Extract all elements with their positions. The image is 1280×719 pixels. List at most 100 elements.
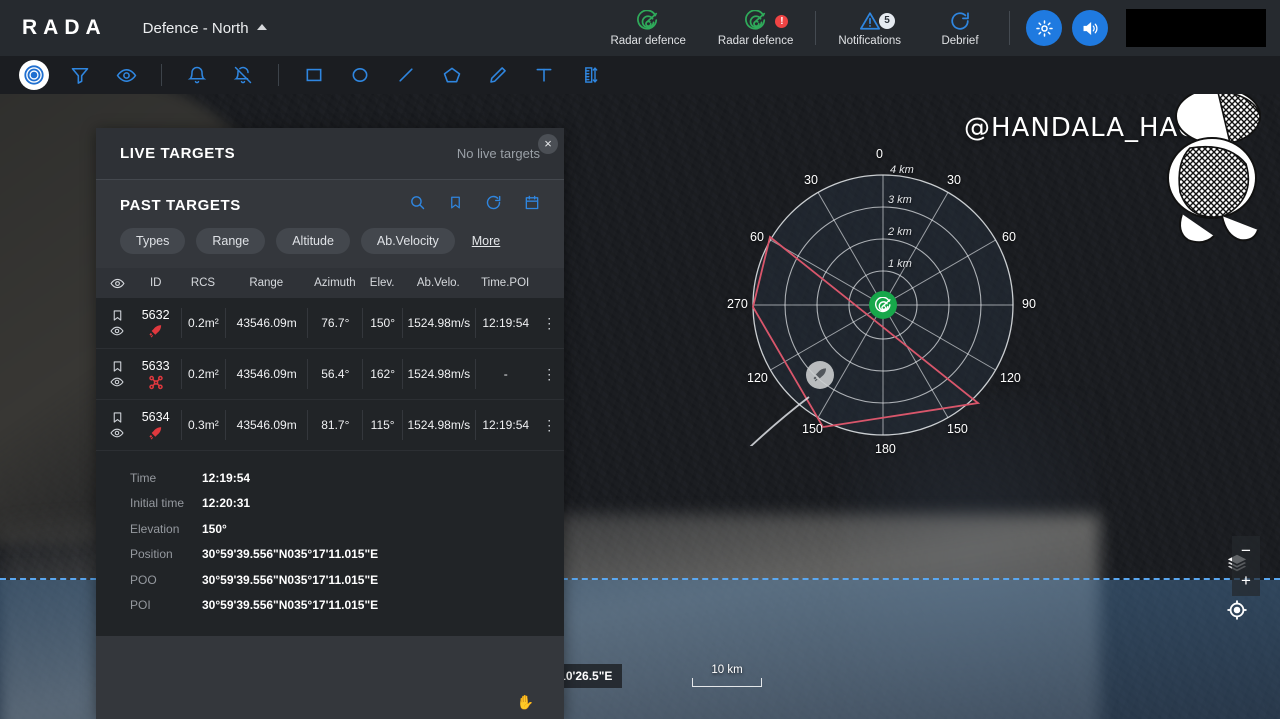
- radar-azimuth-240: 120: [747, 371, 768, 385]
- settings-button[interactable]: [1026, 10, 1062, 46]
- search-icon[interactable]: [409, 194, 426, 216]
- row-time-poi: -: [475, 359, 536, 389]
- speaker-icon: [1081, 19, 1100, 38]
- refresh-icon[interactable]: [485, 194, 502, 216]
- detail-row: POO 30°59'39.556"N 035°17'11.015"E: [130, 567, 540, 593]
- row-rcs: 0.2m²: [181, 359, 226, 389]
- calendar-icon[interactable]: [524, 194, 540, 216]
- live-targets-title: LIVE TARGETS: [120, 145, 235, 162]
- app-logo: RADA: [22, 16, 107, 40]
- header-item-label: Radar defence: [610, 35, 685, 47]
- row-menu-button[interactable]: ⋮: [536, 417, 564, 434]
- detail-row: Position 30°59'39.556"N 035°17'11.015"E: [130, 542, 540, 568]
- table-row[interactable]: 5633 0.2m² 43546.09m 56.4° 162° 1524.98m…: [96, 349, 564, 400]
- header-item-label: Notifications: [838, 35, 901, 47]
- detail-key: POI: [130, 598, 202, 612]
- map-zoom-controls[interactable]: − +: [1232, 536, 1260, 596]
- tool-visibility[interactable]: [107, 56, 145, 94]
- rectangle-icon: [304, 65, 324, 85]
- radar-ring-3km: 3 km: [888, 194, 912, 206]
- row-toggles[interactable]: [104, 309, 131, 338]
- detail-value: 12:20:31: [202, 496, 250, 510]
- eye-icon: [110, 375, 124, 389]
- radar-azimuth-150: 150: [947, 422, 968, 436]
- detail-row: Initial time 12:20:31: [130, 491, 540, 517]
- header-visibility-icon[interactable]: [104, 276, 131, 291]
- tool-alerts-off[interactable]: [224, 56, 262, 94]
- radar-polar-plot[interactable]: 0 30 60 270 120 150 180 150 120 90 60 30…: [744, 150, 1024, 446]
- app-root: 0 30 60 270 120 150 180 150 120 90 60 30…: [0, 0, 1280, 719]
- row-menu-button[interactable]: ⋮: [536, 366, 564, 383]
- detail-value-lon: 035°17'11.015"E: [287, 598, 378, 612]
- tool-measure[interactable]: [571, 56, 609, 94]
- radar-azimuth-120: 120: [1000, 371, 1021, 385]
- chip-ab-velocity[interactable]: Ab.Velocity: [361, 228, 455, 254]
- row-velocity: 1524.98m/s: [402, 359, 475, 389]
- map-toolbar: [0, 56, 1280, 94]
- more-filters-link[interactable]: More: [472, 234, 500, 248]
- alert-badge: !: [774, 14, 789, 29]
- tool-alerts-on[interactable]: [178, 56, 216, 94]
- radar-center-marker[interactable]: [869, 291, 897, 319]
- header-item-radar-defence-2[interactable]: ! Radar defence: [702, 10, 809, 47]
- row-toggles[interactable]: [104, 360, 131, 389]
- table-row[interactable]: 5634 0.3m² 43546.09m 81.7° 115° 1524.98m…: [96, 400, 564, 451]
- sound-button[interactable]: [1072, 10, 1108, 46]
- target-icon: [23, 64, 45, 86]
- header-item-radar-defence-1[interactable]: Radar defence: [594, 10, 701, 47]
- bell-off-icon: [233, 65, 253, 85]
- row-range: 43546.09m: [225, 410, 307, 440]
- row-toggles[interactable]: [104, 411, 131, 440]
- map-locate-button[interactable]: [1226, 599, 1248, 626]
- row-menu-button[interactable]: ⋮: [536, 315, 564, 332]
- map-zoom-in-button[interactable]: +: [1232, 566, 1260, 596]
- bookmark-icon[interactable]: [448, 194, 463, 216]
- detail-row: Elevation 150°: [130, 516, 540, 542]
- close-icon[interactable]: ×: [538, 134, 558, 154]
- tool-text[interactable]: [525, 56, 563, 94]
- header-item-debrief[interactable]: Debrief: [917, 10, 1003, 47]
- radar-ring-2km: 2 km: [888, 226, 912, 238]
- eye-icon: [110, 324, 124, 338]
- detail-key: POO: [130, 573, 202, 587]
- row-time-poi: 12:19:54: [475, 308, 536, 338]
- detail-value: 12:19:54: [202, 471, 250, 485]
- radar-icon: [637, 10, 659, 32]
- map-scale-bar-graphic: [692, 678, 762, 687]
- live-targets-header: LIVE TARGETS No live targets ×: [96, 128, 564, 180]
- environment-selector[interactable]: Defence - North: [143, 20, 267, 37]
- filter-chips: Types Range Altitude Ab.Velocity More: [96, 216, 564, 268]
- row-range: 43546.09m: [225, 359, 307, 389]
- radar-azimuth-90: 90: [1022, 297, 1036, 311]
- rocket-icon: [148, 324, 163, 339]
- watermark-figure: [1160, 86, 1272, 261]
- chip-altitude[interactable]: Altitude: [276, 228, 350, 254]
- tool-rectangle[interactable]: [295, 56, 333, 94]
- targets-table-header: ID RCS Range Azimuth Elev. Ab.Velo. Time…: [96, 268, 564, 298]
- chip-types[interactable]: Types: [120, 228, 185, 254]
- chip-range[interactable]: Range: [196, 228, 265, 254]
- radar-azimuth-180: 180: [875, 442, 896, 456]
- tool-target[interactable]: [19, 60, 49, 90]
- tool-filter[interactable]: [61, 56, 99, 94]
- row-velocity: 1524.98m/s: [402, 410, 475, 440]
- detail-value-lon: 035°17'11.015"E: [287, 573, 378, 587]
- pentagon-icon: [442, 65, 462, 85]
- crosshair-icon: [1226, 599, 1248, 621]
- tool-line[interactable]: [387, 56, 425, 94]
- targets-panel: LIVE TARGETS No live targets × PAST TARG…: [96, 128, 564, 719]
- tool-circle[interactable]: [341, 56, 379, 94]
- tool-polygon[interactable]: [433, 56, 471, 94]
- row-id: 5633: [142, 359, 170, 373]
- notification-count-badge: 5: [879, 13, 895, 29]
- header-item-notifications[interactable]: 5 Notifications: [822, 10, 917, 47]
- radar-target-marker[interactable]: [806, 361, 834, 389]
- tool-draw[interactable]: [479, 56, 517, 94]
- target-details: Time 12:19:54 Initial time 12:20:31 Elev…: [96, 451, 564, 636]
- table-row[interactable]: 5632 0.2m² 43546.09m 76.7° 150° 1524.98m…: [96, 298, 564, 349]
- row-elevation: 115°: [362, 410, 401, 440]
- map-zoom-out-button[interactable]: −: [1232, 536, 1260, 566]
- radar-azimuth-0: 0: [876, 147, 883, 161]
- detail-key: Elevation: [130, 522, 202, 536]
- detail-value-lon: 035°17'11.015"E: [287, 547, 378, 561]
